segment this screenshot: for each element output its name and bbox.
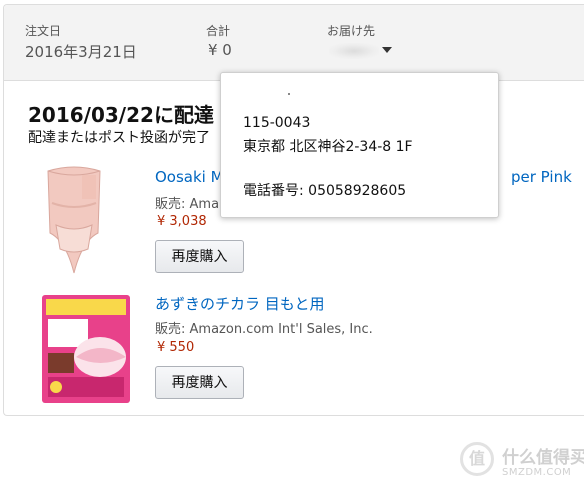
- price-label: ¥ 3,038: [157, 214, 207, 229]
- delivery-status-subtitle: 配達またはポスト投函が完了: [28, 130, 210, 146]
- product-image-waist-belt[interactable]: [42, 163, 106, 275]
- ship-to-name-redacted[interactable]: [329, 43, 379, 59]
- site-watermark: 值 什么值得买 SMZDM.COM: [460, 440, 584, 484]
- seller-label: 販売: Amazon.com Int'l Sales, Inc.: [155, 322, 373, 337]
- order-date-value: 2016年3月21日: [25, 43, 137, 61]
- order-header: 注文日 2016年3月21日 合計 ¥ 0 お届け先: [4, 5, 584, 81]
- address-popover: 115-0043 東京都 北区神谷2-34-8 1F 電話番号: 0505892…: [220, 72, 499, 218]
- chevron-down-icon[interactable]: [382, 47, 392, 53]
- redacted-name-mark: [288, 93, 290, 95]
- rebuy-button[interactable]: 再度購入: [155, 240, 244, 273]
- watermark-site-name: 什么值得买: [502, 448, 584, 468]
- ship-to-label: お届け先: [327, 24, 376, 38]
- order-date-label: 注文日: [25, 24, 62, 38]
- order-total-value: ¥ 0: [208, 41, 232, 59]
- seller-label: 販売: Ama: [155, 197, 220, 212]
- product-title-link[interactable]: あずきのチカラ 目もと用: [155, 293, 324, 314]
- postal-code: 115-0043: [243, 115, 311, 131]
- price-label: ¥ 550: [157, 340, 195, 355]
- street-address: 東京都 北区神谷2-34-8 1F: [243, 139, 413, 155]
- product-title-link[interactable]: Oosaki M: [155, 168, 224, 186]
- product-title-link-tail[interactable]: per Pink: [511, 168, 572, 186]
- order-total-label: 合計: [206, 24, 231, 38]
- rebuy-button[interactable]: 再度購入: [155, 366, 244, 399]
- product-image-eye-pack[interactable]: [42, 295, 130, 403]
- phone-number: 電話番号: 05058928605: [243, 183, 407, 199]
- watermark-logo-icon: 值: [460, 442, 494, 476]
- delivery-status-title: 2016/03/22に配達: [28, 103, 214, 127]
- watermark-site-domain: SMZDM.COM: [502, 467, 572, 478]
